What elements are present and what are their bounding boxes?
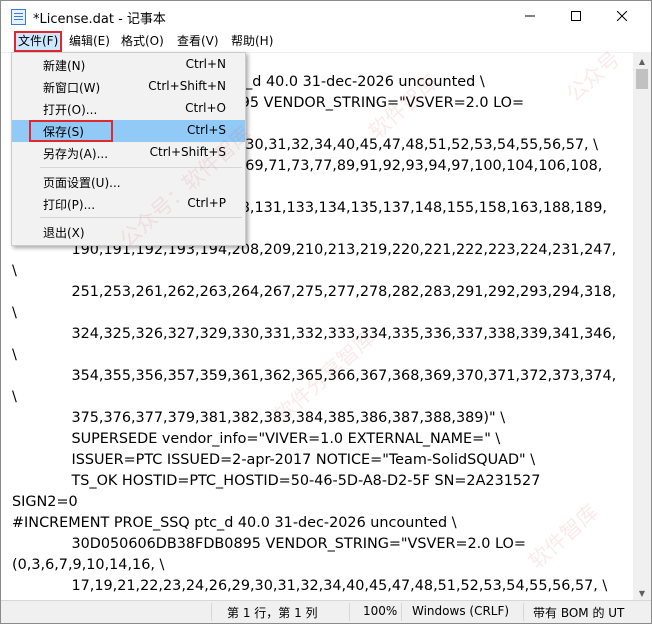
window-title: *License.dat - 记事本 <box>33 12 166 27</box>
menu-item-shortcut: Ctrl+N <box>185 57 226 71</box>
editor-line: 251,253,261,262,263,264,267,275,277,278,… <box>12 284 617 300</box>
editor-line: \ <box>12 263 17 279</box>
minimize-icon <box>525 15 535 17</box>
title-bar[interactable]: *License.dat - 记事本 <box>1 1 651 31</box>
menu-item-label: 新窗口(W) <box>43 81 101 95</box>
menu-help[interactable]: 帮助(H) <box>229 33 275 50</box>
notepad-window: *License.dat - 记事本 文件(F) 编辑(E) 格式(O) 查看(… <box>0 0 652 624</box>
menu-item-exit[interactable]: 退出(X) <box>12 221 245 243</box>
menu-item-page-setup[interactable]: 页面设置(U)... <box>12 171 245 193</box>
editor-line: SUPERSEDE vendor_info="VIVER=1.0 EXTERNA… <box>12 431 501 447</box>
vertical-scrollbar[interactable]: ▲ ▼ <box>633 53 651 601</box>
status-bar: 第 1 行，第 1 列 100% Windows (CRLF) 带有 BOM 的… <box>1 600 651 623</box>
scroll-down-arrow-icon[interactable]: ▼ <box>633 585 651 601</box>
status-divider <box>211 603 212 621</box>
menu-file[interactable]: 文件(F) <box>13 31 63 52</box>
menu-item-print[interactable]: 打印(P)... Ctrl+P <box>12 193 245 215</box>
status-divider <box>349 603 350 621</box>
cursor-position: 第 1 行，第 1 列 <box>227 606 318 620</box>
editor-line: ISSUER=PTC ISSUED=2-apr-2017 NOTICE="Tea… <box>12 452 536 468</box>
save-annotation-box <box>29 120 113 142</box>
maximize-button[interactable] <box>553 1 599 31</box>
menu-item-save-as[interactable]: 另存为(A)... Ctrl+Shift+S <box>12 142 245 164</box>
editor-line: 324,325,326,327,329,330,331,332,333,334,… <box>12 326 617 342</box>
editor-line: \ <box>12 347 17 363</box>
notepad-icon <box>11 9 26 25</box>
status-divider <box>401 603 402 621</box>
menu-item-shortcut: Ctrl+Shift+S <box>149 145 226 159</box>
menu-item-label: 打印(P)... <box>43 198 96 212</box>
status-divider <box>523 603 524 621</box>
editor-line: 30D050606DB38FDB0895 VENDOR_STRING="VSVE… <box>12 536 526 552</box>
file-menu-dropdown: 新建(N) Ctrl+N 新窗口(W) Ctrl+Shift+N 打开(O)..… <box>11 52 246 246</box>
scroll-up-arrow-icon[interactable]: ▲ <box>633 53 651 69</box>
scroll-thumb[interactable] <box>636 69 648 89</box>
menu-view[interactable]: 查看(V) <box>175 33 221 50</box>
zoom-level: 100% <box>363 604 398 618</box>
minimize-button[interactable] <box>507 1 553 31</box>
menu-item-shortcut: Ctrl+Shift+N <box>148 79 226 93</box>
editor-line: #INCREMENT PROE_SSQ ptc_d 40.0 31-dec-20… <box>12 515 457 531</box>
menu-item-new-window[interactable]: 新窗口(W) Ctrl+Shift+N <box>12 76 245 98</box>
menu-item-open[interactable]: 打开(O)... Ctrl+O <box>12 98 245 120</box>
menu-item-label: 退出(X) <box>43 226 85 240</box>
menu-item-shortcut: Ctrl+P <box>187 196 226 210</box>
maximize-icon <box>571 11 581 21</box>
menu-separator <box>40 167 242 168</box>
menu-item-label: 另存为(A)... <box>43 147 109 161</box>
editor-line: (0,3,6,7,9,10,14,16, \ <box>12 557 165 573</box>
editor-line: \ <box>12 305 17 321</box>
editor-line: 17,19,21,22,23,24,26,29,30,31,32,34,40,4… <box>12 578 608 594</box>
close-icon <box>617 11 627 21</box>
encoding: 带有 BOM 的 UT <box>533 606 625 620</box>
menu-edit[interactable]: 编辑(E) <box>67 33 112 50</box>
menu-item-label: 新建(N) <box>43 59 86 73</box>
editor-line: SIGN2=0 <box>12 494 78 510</box>
menu-item-label: 打开(O)... <box>43 103 98 117</box>
close-button[interactable] <box>599 1 645 31</box>
editor-line: 354,355,356,357,359,361,362,365,366,367,… <box>12 368 617 384</box>
editor-line: \ <box>12 389 17 405</box>
line-ending: Windows (CRLF) <box>412 604 510 618</box>
menu-item-new[interactable]: 新建(N) Ctrl+N <box>12 54 245 76</box>
editor-line: TS_OK HOSTID=PTC_HOSTID=50-46-5D-A8-D2-5… <box>12 473 541 489</box>
menu-item-shortcut: Ctrl+O <box>185 101 226 115</box>
menu-format[interactable]: 格式(O) <box>119 33 166 50</box>
menu-item-shortcut: Ctrl+S <box>186 123 226 137</box>
menu-bar: 文件(F) 编辑(E) 格式(O) 查看(V) 帮助(H) <box>1 31 651 53</box>
menu-separator <box>40 217 242 218</box>
editor-line: 375,376,377,379,381,382,383,384,385,386,… <box>12 410 506 426</box>
menu-item-label: 页面设置(U)... <box>43 176 121 190</box>
